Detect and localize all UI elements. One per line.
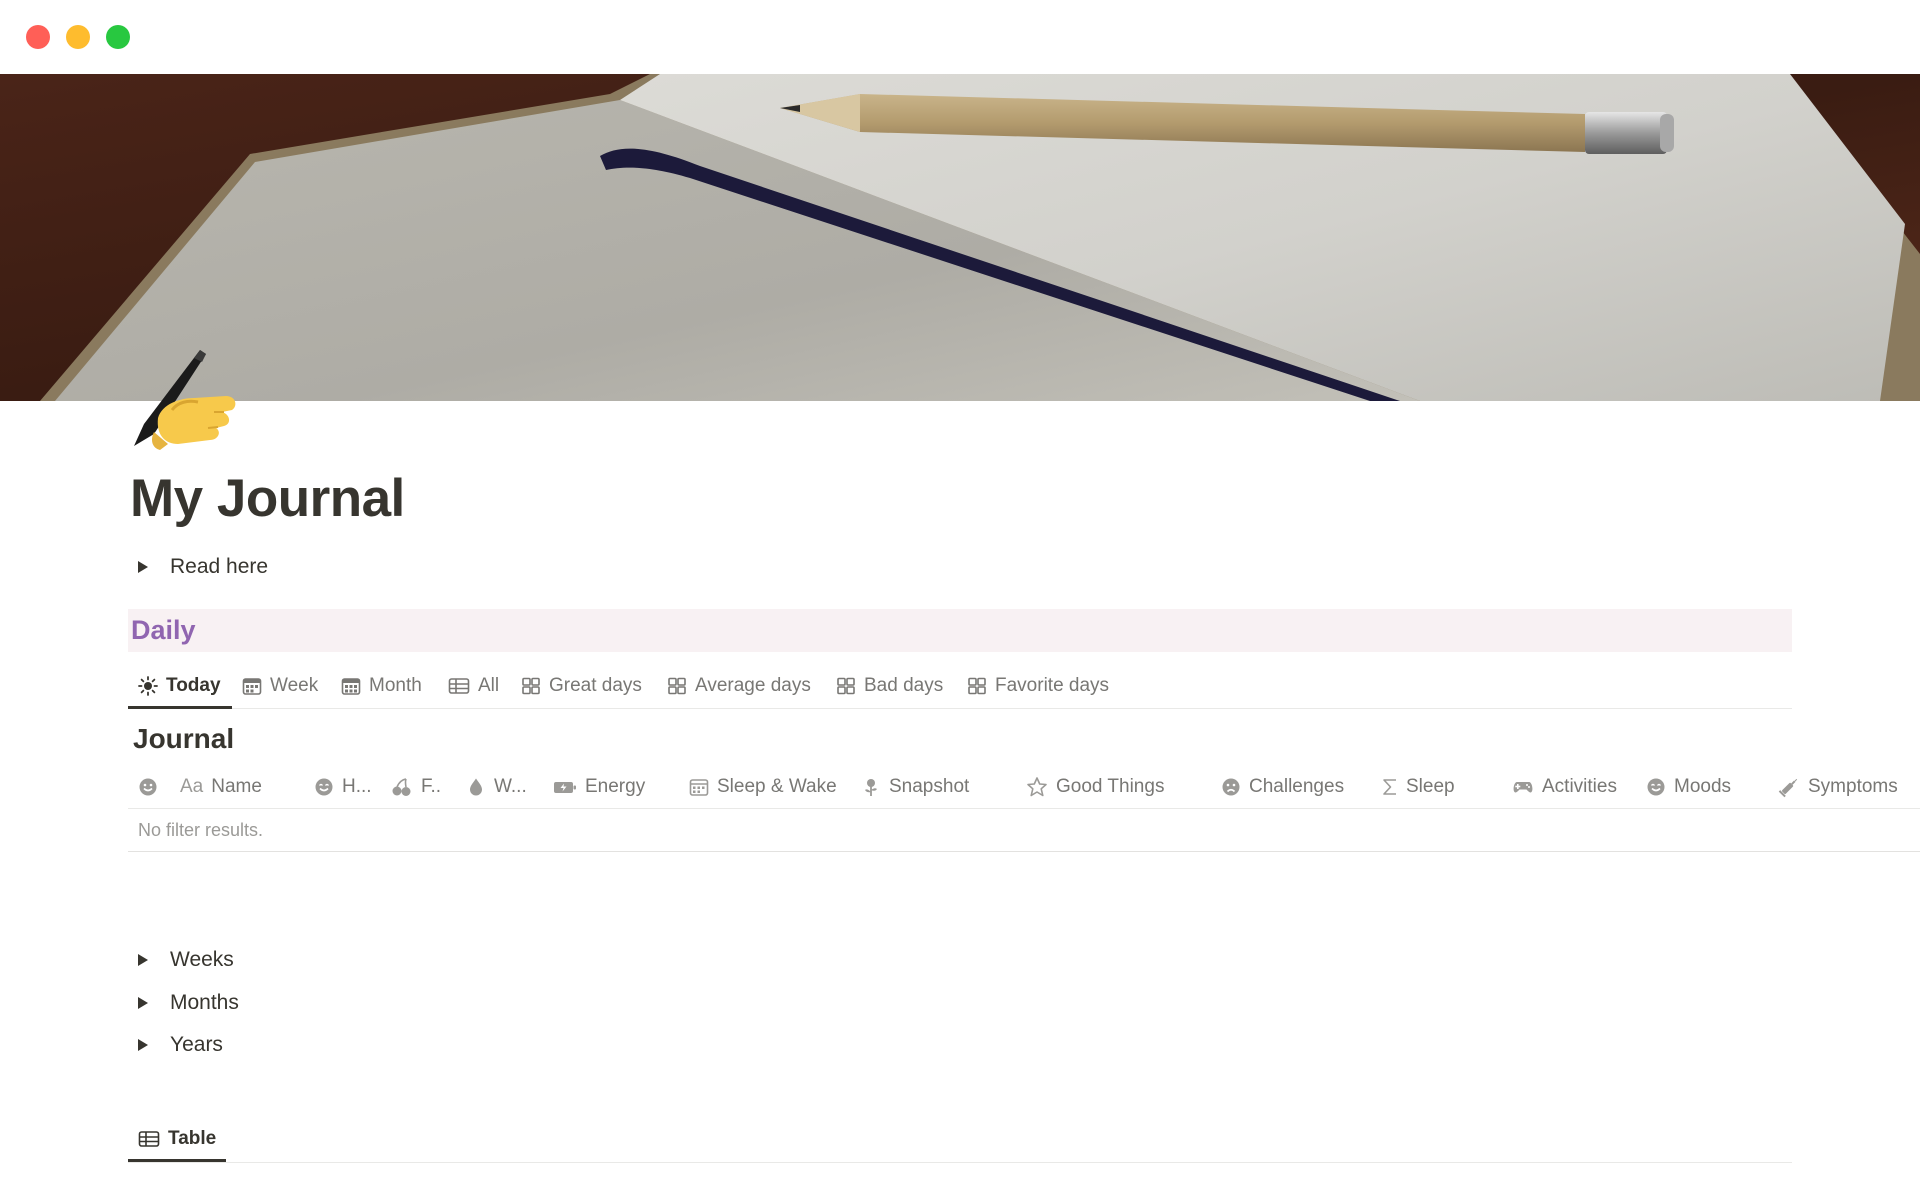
read-here-toggle[interactable]: Read here xyxy=(136,549,268,585)
tab-label: Bad days xyxy=(864,675,944,696)
tab-label: Month xyxy=(369,675,422,696)
column-label: Energy xyxy=(585,776,646,797)
tab-label: Table xyxy=(168,1128,217,1149)
toggle-label: Weeks xyxy=(170,948,234,971)
toggle-label: Read here xyxy=(170,555,269,578)
column-header-good-things[interactable]: Good Things xyxy=(1026,766,1164,808)
tab-label: All xyxy=(478,675,500,696)
months-toggle[interactable]: Months xyxy=(136,985,239,1021)
close-window-button[interactable] xyxy=(26,25,50,49)
column-header-challenges[interactable]: Challenges xyxy=(1221,766,1344,808)
column-header-activities[interactable]: Activities xyxy=(1512,766,1617,808)
toggle-triangle-icon[interactable] xyxy=(138,1039,148,1051)
empty-results-row: No filter results. xyxy=(128,809,1920,852)
star-icon xyxy=(1027,777,1047,797)
toggle-triangle-icon[interactable] xyxy=(138,561,148,573)
column-header-moods[interactable]: Moods xyxy=(1646,766,1731,808)
weeks-toggle[interactable]: Weeks xyxy=(136,942,234,978)
tab-table[interactable]: Table xyxy=(138,1116,216,1162)
tab-today[interactable]: Today xyxy=(138,664,221,708)
column-label: W... xyxy=(494,776,527,797)
column-label: Good Things xyxy=(1056,776,1165,797)
tab-label: Average days xyxy=(695,675,811,696)
plant-icon xyxy=(865,779,877,796)
gallery-icon xyxy=(522,677,540,695)
column-label: F.. xyxy=(421,776,442,797)
minimize-window-button[interactable] xyxy=(66,25,90,49)
column-label: H... xyxy=(342,776,372,797)
daily-heading: Daily xyxy=(131,615,196,645)
daily-heading-block: Daily xyxy=(128,609,1792,652)
toggle-triangle-icon[interactable] xyxy=(138,954,148,966)
bottom-database-view-tabs: Table xyxy=(128,1116,1792,1163)
tab-bad-days[interactable]: Bad days xyxy=(836,664,943,708)
database-view-tabs: Today Week Month All Great days Average … xyxy=(128,664,1792,709)
title-property-icon: Aa xyxy=(180,776,204,797)
column-header-page-icon[interactable] xyxy=(138,766,166,808)
table-icon xyxy=(138,1131,160,1147)
column-label: Challenges xyxy=(1249,776,1345,797)
writing-hand-icon[interactable] xyxy=(128,340,248,460)
sad-face-icon xyxy=(1222,778,1240,796)
column-header-symptoms[interactable]: Symptoms xyxy=(1778,766,1898,808)
tab-average-days[interactable]: Average days xyxy=(667,664,811,708)
years-toggle[interactable]: Years xyxy=(136,1027,223,1063)
column-header-water[interactable]: W... xyxy=(466,766,527,808)
gamepad-icon xyxy=(1513,782,1533,793)
sun-icon xyxy=(138,676,158,696)
column-label: Activities xyxy=(1542,776,1617,797)
column-label: Moods xyxy=(1674,776,1732,797)
column-header-food[interactable]: F.. xyxy=(391,766,441,808)
calendar-icon xyxy=(689,779,709,796)
toggle-triangle-icon[interactable] xyxy=(138,997,148,1009)
column-header-sleep-wake[interactable]: Sleep & Wake xyxy=(689,766,837,808)
smiley-icon xyxy=(1647,778,1665,796)
column-label: Symptoms xyxy=(1808,776,1898,797)
active-tab-indicator xyxy=(128,706,232,709)
table-header-row: Aa Name H... F.. W... Energy Sleep & Wak… xyxy=(128,766,1920,809)
tab-label: Great days xyxy=(549,675,642,696)
smiley-icon xyxy=(315,778,333,796)
toggle-label: Years xyxy=(170,1033,223,1056)
tab-all[interactable]: All xyxy=(448,664,499,708)
smiley-icon xyxy=(139,778,157,796)
page-title[interactable]: My Journal xyxy=(130,468,405,529)
cherries-icon xyxy=(392,778,411,796)
active-tab-indicator xyxy=(128,1159,226,1162)
column-header-name[interactable]: Aa Name xyxy=(180,766,262,808)
column-header-sleep[interactable]: Sleep xyxy=(1382,766,1455,808)
empty-results-message: No filter results. xyxy=(138,819,264,840)
column-label: Snapshot xyxy=(889,776,970,797)
gallery-icon xyxy=(968,677,986,695)
gallery-icon xyxy=(837,677,855,695)
gallery-icon xyxy=(668,677,686,695)
tab-month[interactable]: Month xyxy=(341,664,422,708)
database-title[interactable]: Journal xyxy=(133,723,234,755)
sigma-icon xyxy=(1383,779,1396,795)
tab-great-days[interactable]: Great days xyxy=(521,664,642,708)
tab-label: Favorite days xyxy=(995,675,1110,696)
cover-image[interactable] xyxy=(0,74,1920,401)
column-header-happiness[interactable]: H... xyxy=(314,766,372,808)
tab-label: Week xyxy=(270,675,319,696)
zoom-window-button[interactable] xyxy=(106,25,130,49)
column-header-snapshot[interactable]: Snapshot xyxy=(861,766,969,808)
tab-label: Today xyxy=(166,675,221,696)
window-titlebar xyxy=(0,0,1920,74)
tab-week[interactable]: Week xyxy=(242,664,318,708)
calendar-icon xyxy=(341,678,361,695)
battery-icon xyxy=(554,782,576,793)
column-header-energy[interactable]: Energy xyxy=(553,766,645,808)
syringe-icon xyxy=(1778,778,1798,798)
calendar-icon xyxy=(242,678,262,695)
column-label: Sleep & Wake xyxy=(717,776,837,797)
column-label: Name xyxy=(211,776,262,797)
table-icon xyxy=(448,678,470,694)
tab-favorite-days[interactable]: Favorite days xyxy=(967,664,1109,708)
droplet-icon xyxy=(470,778,482,796)
column-label: Sleep xyxy=(1406,776,1455,797)
toggle-label: Months xyxy=(170,991,239,1014)
